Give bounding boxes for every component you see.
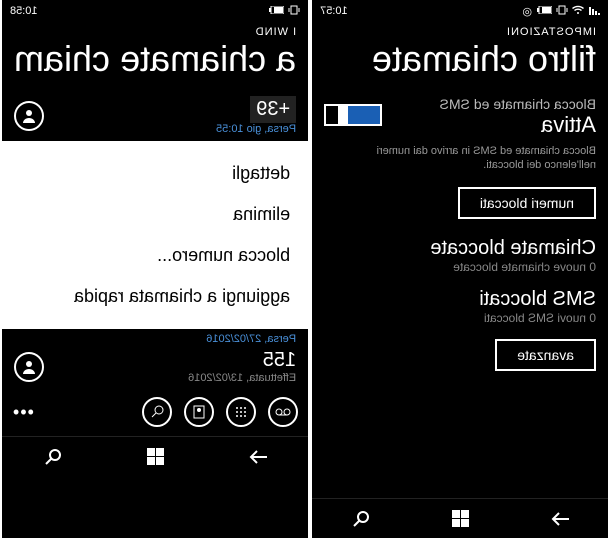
app-bar: •••	[2, 388, 308, 436]
menu-speed-dial[interactable]: aggiungi a chiamata rapida	[20, 276, 290, 317]
date-separator: Persa, 27/02/2016	[14, 329, 296, 349]
back-icon[interactable]	[247, 447, 267, 467]
phone-number: 155	[188, 349, 296, 372]
advanced-button[interactable]: avanzate	[495, 339, 596, 371]
clock-time: 10:57	[320, 5, 348, 17]
voicemail-button[interactable]	[268, 397, 298, 427]
vibrate-icon	[556, 5, 568, 18]
call-status: Persa, gio 10:55	[216, 123, 296, 135]
menu-details[interactable]: dettagli	[20, 153, 290, 194]
blocked-calls-count: 0 nuove chiamate bloccate	[324, 260, 596, 274]
call-entry[interactable]: 155 Effettuata, 13/02/2016	[14, 349, 296, 384]
blocked-sms-count: 0 nuovi SMS bloccati	[324, 311, 596, 325]
wifi-icon	[572, 5, 584, 18]
call-status: Effettuata, 13/02/2016	[188, 372, 296, 384]
blocked-numbers-button[interactable]: numeri bloccati	[458, 187, 596, 219]
menu-delete[interactable]: elimina	[20, 194, 290, 235]
help-text: Blocca chiamate ed SMS in arrivo dai num…	[324, 144, 596, 173]
avatar-icon[interactable]	[14, 352, 44, 382]
phone-left-settings: ◎ 10:57 IMPOSTAZIONI filtro chiamate Blo…	[310, 0, 610, 538]
vibrate-icon	[288, 5, 300, 18]
avatar-icon[interactable]	[14, 101, 44, 131]
menu-block-number[interactable]: blocca numero...	[20, 235, 290, 276]
context-menu: dettagli elimina blocca numero... aggiun…	[2, 141, 308, 329]
page-category: IMPOSTAZIONI	[312, 22, 608, 38]
start-icon[interactable]	[145, 447, 165, 467]
start-icon[interactable]	[450, 509, 470, 529]
settings-content: Blocca chiamate ed SMS Attiva Blocca chi…	[312, 90, 608, 498]
status-bar: ◎ 10:57	[312, 0, 608, 22]
page-title: filtro chiamate	[312, 38, 608, 90]
location-icon: ◎	[522, 5, 532, 18]
search-icon[interactable]	[351, 509, 371, 529]
dialpad-button[interactable]	[226, 397, 256, 427]
signal-icon	[588, 5, 600, 18]
phone-number: +39	[250, 96, 296, 123]
blocked-sms-title[interactable]: SMS bloccati	[324, 288, 596, 311]
clock-time: 10:58	[10, 5, 38, 17]
status-bar: 10:58	[2, 0, 308, 22]
battery-icon	[536, 5, 552, 17]
blocked-calls-title[interactable]: Chiamate bloccate	[324, 237, 596, 260]
block-label: Blocca chiamate ed SMS	[440, 96, 596, 112]
battery-icon	[268, 5, 284, 17]
search-button[interactable]	[142, 397, 172, 427]
block-toggle[interactable]	[324, 104, 382, 126]
call-history: Persa, 27/02/2016 155 Effettuata, 13/02/…	[2, 329, 308, 388]
contacts-button[interactable]	[184, 397, 214, 427]
toggle-value: Attiva	[440, 112, 596, 138]
nav-bar	[2, 436, 308, 476]
phone-right-calls: 10:58 I WIND a chiamate chiam +39 Persa,…	[0, 0, 310, 538]
call-entry-top[interactable]: +39 Persa, gio 10:55	[2, 90, 308, 141]
search-icon[interactable]	[43, 447, 63, 467]
back-icon[interactable]	[549, 509, 569, 529]
more-button[interactable]: •••	[12, 402, 34, 423]
page-title: a chiamate chiam	[2, 38, 308, 90]
nav-bar	[312, 498, 608, 538]
page-category: I WIND	[2, 22, 308, 38]
